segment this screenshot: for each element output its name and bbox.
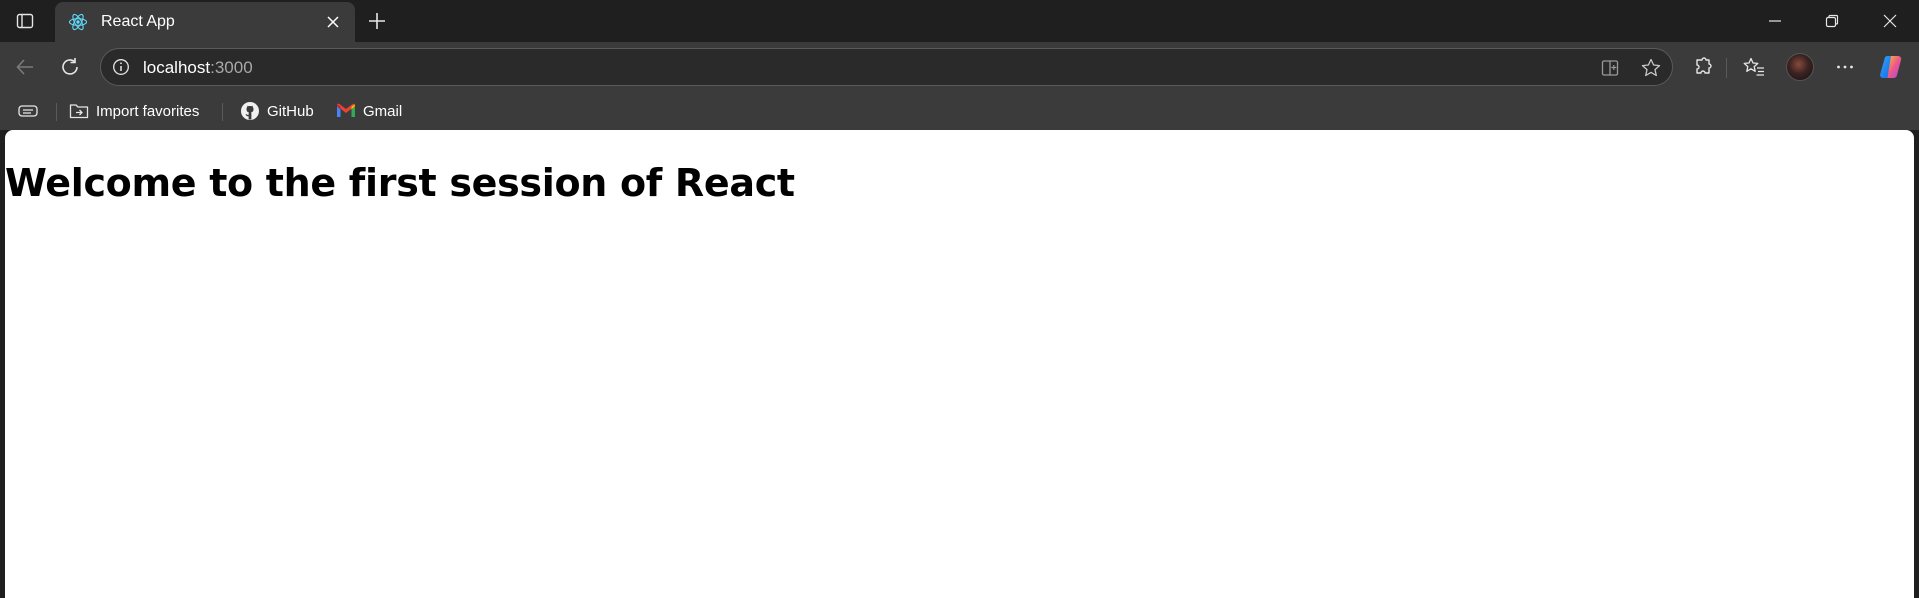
close-window-button[interactable] [1862,0,1918,42]
profile-button[interactable] [1783,50,1817,84]
avatar [1786,53,1814,81]
close-tab-icon[interactable] [321,10,345,34]
page-heading: Welcome to the first session of React [5,161,795,205]
navigation-toolbar: localhost:3000 [0,42,1919,92]
url-port: :3000 [210,58,253,77]
favorites-icon [1743,57,1764,76]
favorites-bar: Import favorites GitHub Gmail [0,92,1919,130]
puzzle-icon [1696,57,1712,74]
favorites-button[interactable] [1737,50,1771,84]
new-tab-button[interactable] [362,6,392,36]
add-favorite-star-icon[interactable] [1637,54,1665,82]
bookmark-import-favorites[interactable]: Import favorites [68,97,199,125]
restore-icon [1825,14,1839,28]
url-text[interactable]: localhost:3000 [143,58,253,78]
copilot-button[interactable] [1875,50,1909,84]
browser-window: React App localhost:3000 Import favorite… [0,0,1919,598]
favorites-bar-divider [56,103,57,121]
gmail-icon [335,100,357,122]
restore-button[interactable] [1804,0,1860,42]
split-screen-icon[interactable] [1596,54,1624,82]
tab-strip: React App [0,0,1919,42]
collections-button[interactable] [17,97,45,125]
settings-and-more-button[interactable] [1828,50,1862,84]
github-icon [239,100,261,122]
site-info-icon[interactable] [110,56,132,78]
collections-icon [17,100,39,122]
reload-icon [62,58,78,75]
favorites-bar-divider [222,103,223,121]
import-favorites-icon [68,100,90,122]
extensions-button[interactable] [1686,50,1720,84]
bookmark-github[interactable]: GitHub [239,97,314,125]
bookmark-gmail[interactable]: Gmail [335,97,402,125]
tab-react-app[interactable]: React App [55,2,355,42]
toolbar-divider [1726,58,1727,78]
back-button[interactable] [8,50,42,84]
bookmark-label: GitHub [267,102,314,120]
tab-title: React App [101,13,175,30]
plus-icon [369,13,385,29]
bookmark-label: Import favorites [96,102,200,120]
minimize-icon [1769,20,1781,22]
arrow-left-icon [16,59,33,75]
address-bar[interactable]: localhost:3000 [100,48,1673,86]
more-horizontal-icon [1837,65,1853,69]
url-host: localhost [143,58,211,77]
tab-actions-button[interactable] [10,6,40,36]
close-icon [1883,14,1897,28]
bookmark-label: Gmail [363,102,403,120]
page-viewport: Welcome to the first session of React [5,130,1914,598]
reload-button[interactable] [53,50,87,84]
copilot-icon [1880,55,1902,78]
minimize-button[interactable] [1747,0,1803,42]
react-icon [66,10,90,34]
tab-actions-icon [16,13,34,29]
